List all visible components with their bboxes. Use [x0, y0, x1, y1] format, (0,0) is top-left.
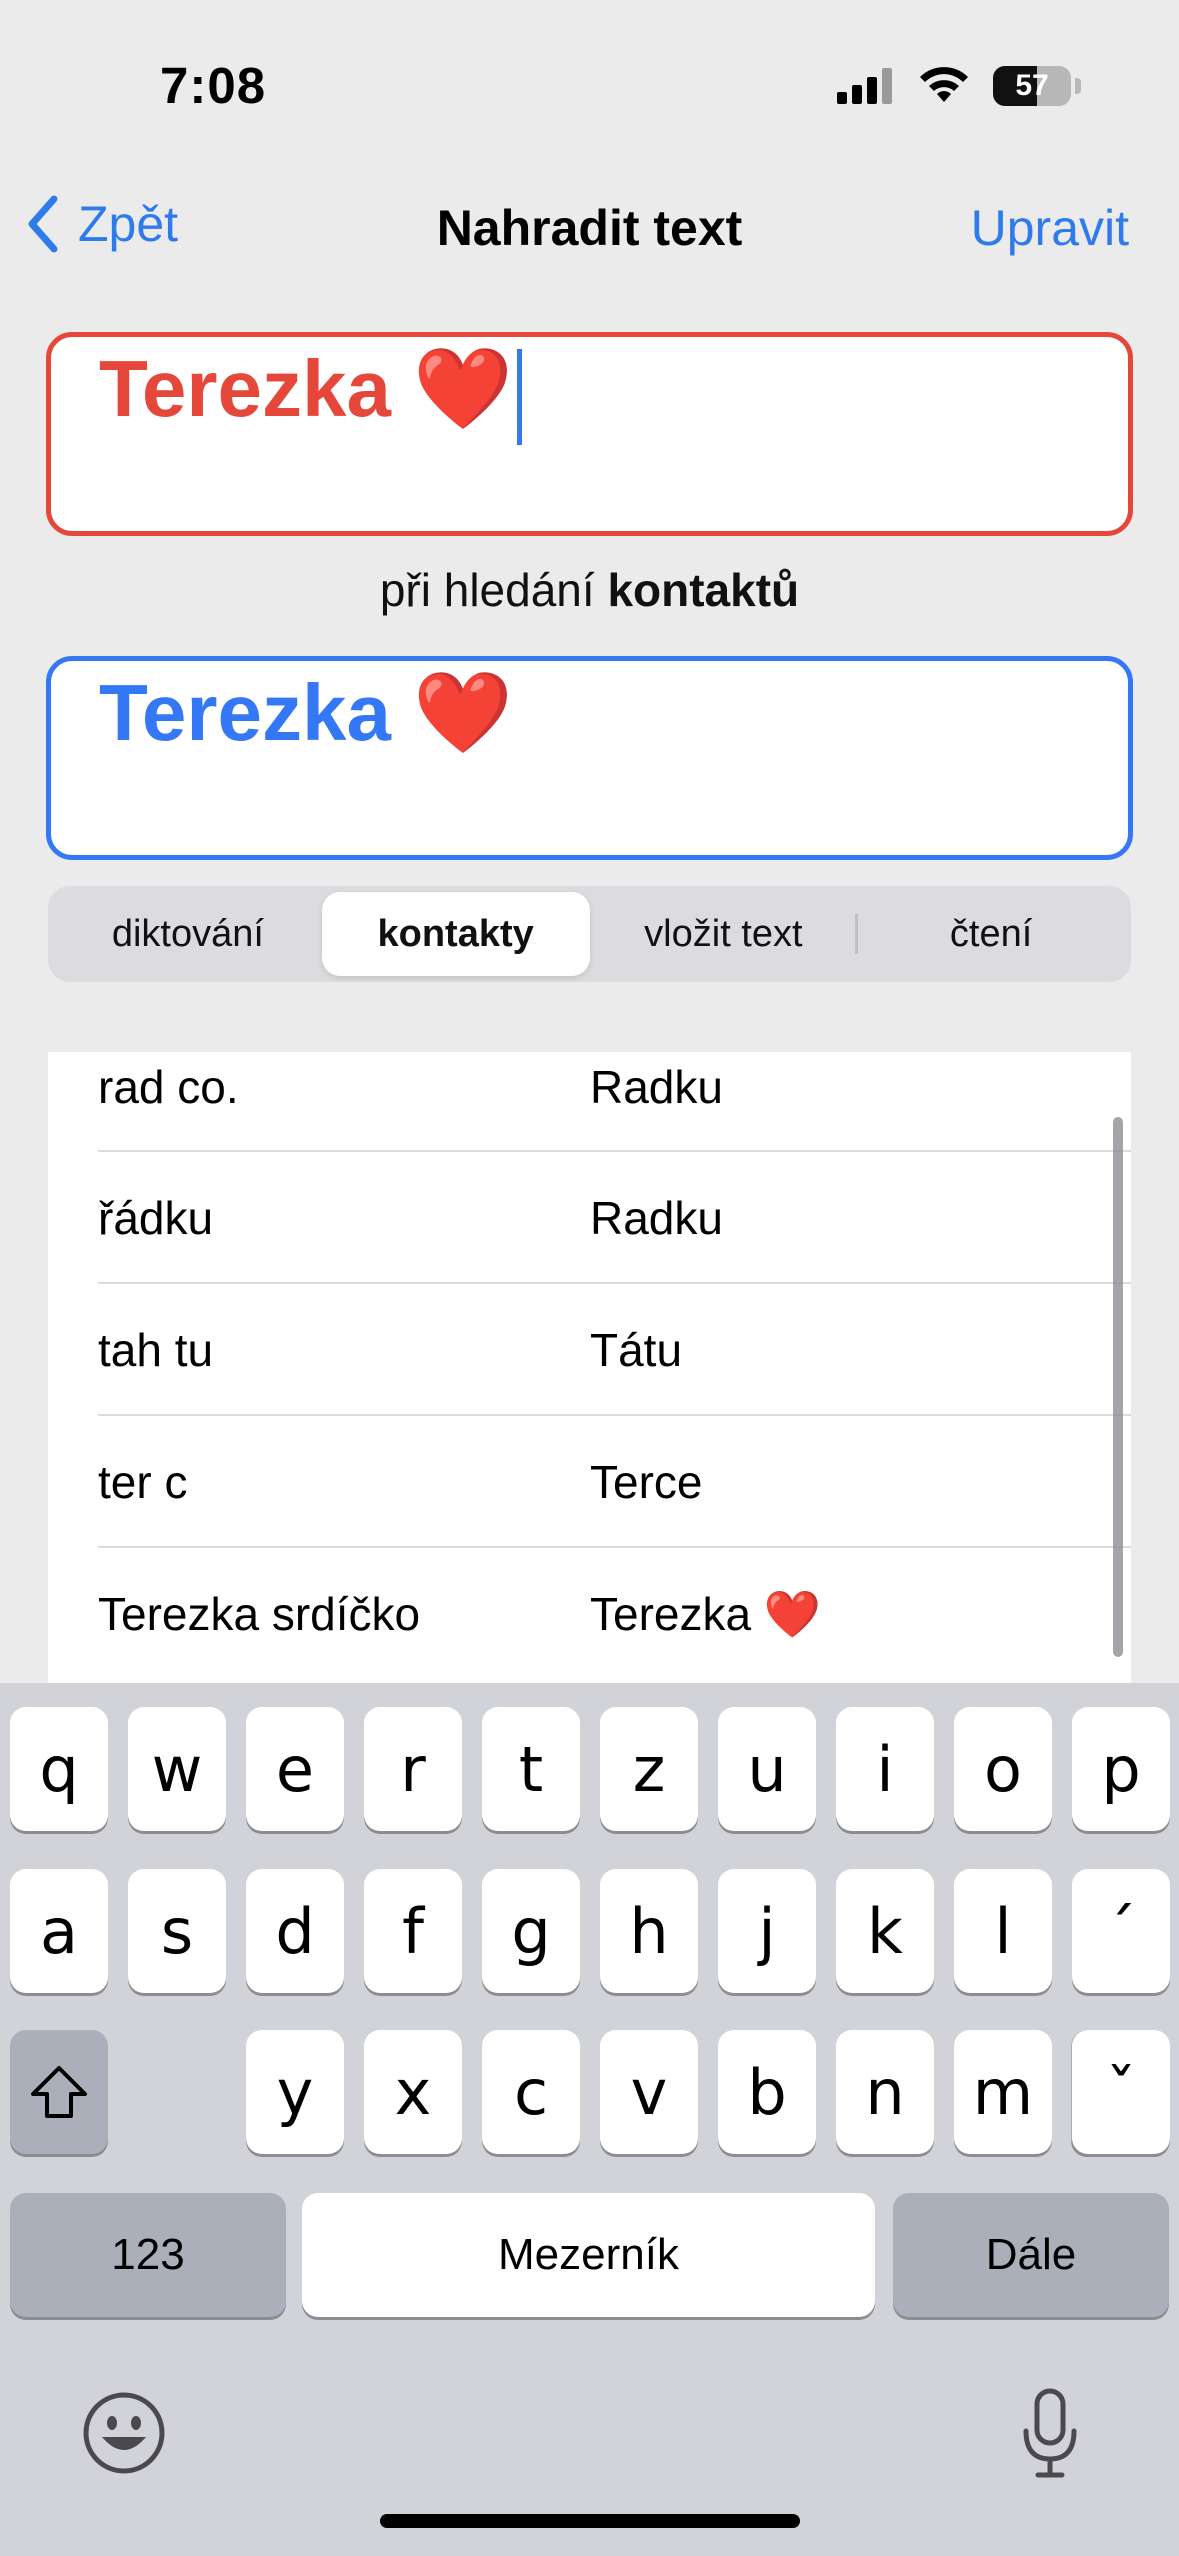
replacement-text: Terezka ❤️ [590, 1587, 822, 1640]
segment-vlozit-text[interactable]: vložit text [590, 892, 859, 976]
navigation-bar: Zpět Nahradit text Upravit [0, 185, 1179, 265]
key-o[interactable]: o [954, 1707, 1052, 1831]
key-ˇ[interactable]: ˇ [1072, 2030, 1170, 2154]
emoji-button[interactable] [82, 2391, 166, 2480]
battery-icon: 57 [993, 66, 1071, 106]
original-text-value: Terezka ❤️ [99, 668, 513, 757]
replacement-text-value: Terezka ❤️ [99, 345, 522, 445]
key-g[interactable]: g [482, 1869, 580, 1993]
context-prefix: při hledání [379, 564, 608, 616]
phrase-text: řádku [98, 1192, 214, 1244]
key-e[interactable]: e [246, 1707, 344, 1831]
phrase-text: tah tu [98, 1324, 214, 1376]
shift-key[interactable] [10, 2030, 108, 2154]
keyboard: qwertzuiop a s d f g h j k l ´ yxcvbnmˇ 123 Mezer… [0, 1683, 1179, 2556]
space-key[interactable]: Mezerník [302, 2193, 875, 2317]
segment-label: kontakty [377, 912, 534, 955]
phrase-text: rad co. [98, 1061, 239, 1113]
list-item[interactable]: rad co. Radku [48, 1052, 1131, 1152]
segment-label: vložit text [644, 912, 803, 955]
key-i[interactable]: i [836, 1707, 934, 1831]
key-j[interactable]: j [718, 1869, 816, 1993]
numbers-key[interactable]: 123 [10, 2193, 286, 2317]
context-bold: kontaktů [607, 564, 800, 616]
context-label: při hledání kontaktů [0, 563, 1179, 617]
key-u[interactable]: u [718, 1707, 816, 1831]
replacement-text: Tátu [590, 1324, 683, 1376]
return-key[interactable]: Dále [893, 2193, 1169, 2317]
key-r[interactable]: r [364, 1707, 462, 1831]
phrase-text: ter c [98, 1456, 188, 1508]
segment-label: diktování [111, 912, 264, 955]
key-f[interactable]: f [364, 1869, 462, 1993]
battery-cap [1075, 78, 1081, 94]
segment-diktovani[interactable]: diktování [54, 892, 322, 976]
key-´[interactable]: ´ [1072, 1869, 1170, 1993]
wifi-icon [920, 67, 968, 102]
key-k[interactable]: k [836, 1869, 934, 1993]
list-scrollbar[interactable] [1113, 1117, 1123, 1657]
replacement-text-field[interactable]: Terezka ❤️ [46, 332, 1133, 536]
key-z[interactable]: z [600, 1707, 698, 1831]
text-replacement-screen: 7:08 57 Zpět Nahradit text Upravit Terez… [0, 0, 1179, 2556]
key-t[interactable]: t [482, 1707, 580, 1831]
key-n[interactable]: n [836, 2030, 934, 2154]
edit-button[interactable]: Upravit [971, 199, 1129, 257]
emoji-icon [83, 2392, 165, 2474]
list-item[interactable]: řádku Radku [48, 1152, 1131, 1284]
key-y[interactable]: y [246, 2030, 344, 2154]
status-icons: 57 [837, 62, 1081, 110]
segment-cteni[interactable]: čtení [857, 892, 1125, 976]
key-q[interactable]: q [10, 1707, 108, 1831]
key-a[interactable]: a [10, 1869, 108, 1993]
segment-kontakty[interactable]: kontakty [321, 892, 590, 976]
original-text-field[interactable]: Terezka ❤️ [46, 656, 1133, 860]
category-segmented-control: diktování kontakty vložit text čtení [48, 886, 1131, 982]
key-m[interactable]: m [954, 2030, 1052, 2154]
phrase-text: Terezka srdíčko [98, 1588, 421, 1640]
shift-icon [31, 2066, 87, 2118]
replacement-list[interactable]: rad co. Radku řádku Radku tah tu Tátu te… [48, 1052, 1131, 1692]
replacement-text: Terce [590, 1456, 703, 1508]
key-d[interactable]: d [246, 1869, 344, 1993]
home-indicator[interactable] [380, 2514, 800, 2528]
key-v[interactable]: v [600, 2030, 698, 2154]
key-s[interactable]: s [128, 1869, 226, 1993]
key-p[interactable]: p [1072, 1707, 1170, 1831]
key-h[interactable]: h [600, 1869, 698, 1993]
segment-label: čtení [949, 912, 1033, 955]
list-item[interactable]: tah tu Tátu [48, 1284, 1131, 1416]
cellular-signal-icon [837, 68, 892, 104]
dictation-button[interactable] [1018, 2387, 1082, 2486]
list-item[interactable]: Terezka srdíčko Terezka ❤️ [48, 1548, 1131, 1680]
key-l[interactable]: l [954, 1869, 1052, 1993]
list-item[interactable]: ter c Terce [48, 1416, 1131, 1548]
key-c[interactable]: c [482, 2030, 580, 2154]
replacement-text: Radku [590, 1061, 723, 1113]
key-b[interactable]: b [718, 2030, 816, 2154]
replacement-text: Radku [590, 1192, 723, 1244]
key-x[interactable]: x [364, 2030, 462, 2154]
microphone-icon [1023, 2388, 1077, 2478]
status-time: 7:08 [160, 57, 267, 114]
text-caret [516, 349, 522, 445]
battery-percentage: 57 [1015, 69, 1049, 102]
key-w[interactable]: w [128, 1707, 226, 1831]
